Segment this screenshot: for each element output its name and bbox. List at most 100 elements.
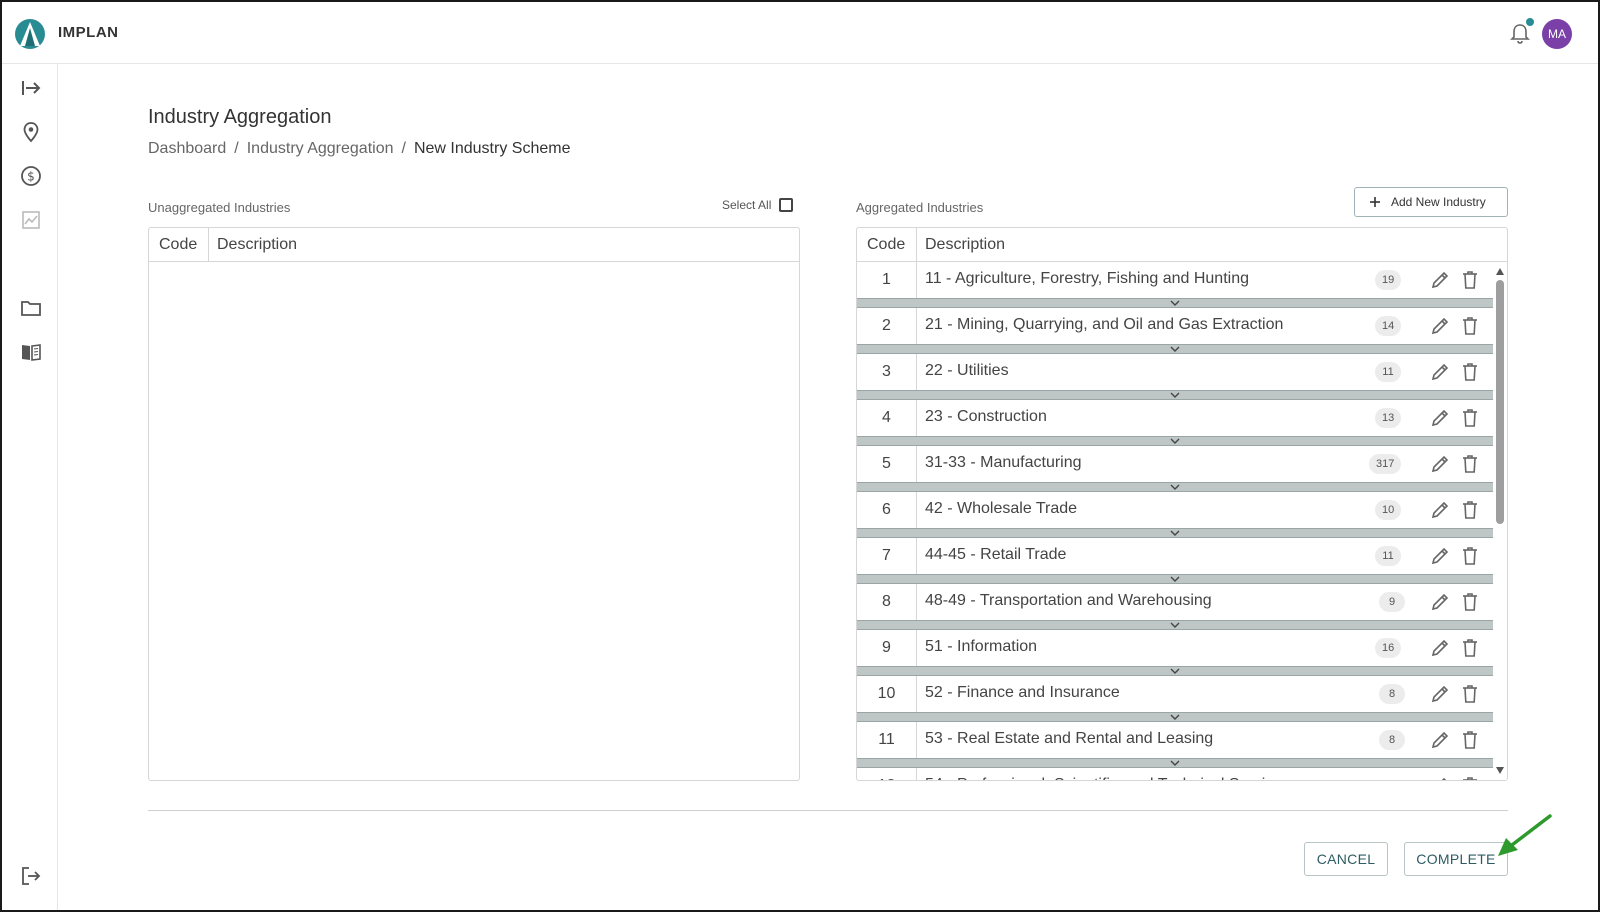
breadcrumb: Dashboard / Industry Aggregation / New I… [148,140,570,158]
footer-divider [148,810,1508,811]
delete-trash-icon[interactable] [1459,499,1481,521]
row-description: 48-49 - Transportation and Warehousing [925,592,1212,609]
edit-pencil-icon[interactable] [1429,683,1451,705]
user-avatar[interactable]: MA [1542,19,1572,49]
delete-trash-icon[interactable] [1459,545,1481,567]
chevron-down-icon [1170,346,1180,352]
row-description: 11 - Agriculture, Forestry, Fishing and … [925,270,1249,287]
delete-trash-icon[interactable] [1459,407,1481,429]
edit-pencil-icon[interactable] [1429,729,1451,751]
delete-trash-icon[interactable] [1459,453,1481,475]
logout-icon[interactable] [19,864,43,888]
edit-pencil-icon[interactable] [1429,407,1451,429]
delete-trash-icon[interactable] [1459,269,1481,291]
row-expander[interactable] [857,758,1493,768]
row-code: 3 [857,354,917,390]
count-badge: 16 [1375,638,1402,658]
table-row[interactable]: 5 31-33 - Manufacturing 317 [857,446,1493,492]
brand-name: IMPLAN [58,24,119,41]
complete-button[interactable]: COMPLETE [1404,842,1508,876]
scroll-thumb[interactable] [1496,280,1504,524]
row-expander[interactable] [857,574,1493,584]
dollar-icon[interactable]: $ [19,164,43,188]
page-title: Industry Aggregation [148,106,332,128]
row-expander[interactable] [857,528,1493,538]
count-badge: 8 [1379,730,1405,750]
table-row[interactable]: 11 53 - Real Estate and Rental and Leasin… [857,722,1493,768]
row-expander[interactable] [857,390,1493,400]
breadcrumb-industry-aggregation[interactable]: Industry Aggregation [247,140,394,158]
table-row[interactable]: 9 51 - Information 16 [857,630,1493,676]
row-expander[interactable] [857,298,1493,308]
row-description: 31-33 - Manufacturing [925,454,1082,471]
delete-trash-icon[interactable] [1459,729,1481,751]
edit-pencil-icon[interactable] [1429,361,1451,383]
book-icon[interactable] [19,340,43,364]
location-pin-icon[interactable] [19,120,43,144]
app-window: IMPLAN MA $ Industry Aggregation Dashboa… [0,0,1600,912]
table-row[interactable]: 12 54 - Professional, Scientific, and Tec… [857,768,1493,780]
row-code: 10 [857,676,917,712]
delete-trash-icon[interactable] [1459,591,1481,613]
table-row[interactable]: 6 42 - Wholesale Trade 10 [857,492,1493,538]
row-code: 6 [857,492,917,528]
edit-pencil-icon[interactable] [1429,775,1451,780]
chevron-down-icon [1170,576,1180,582]
row-expander[interactable] [857,712,1493,722]
count-badge: 10 [1375,500,1402,520]
aggregated-table-header: Code Description [857,228,1507,262]
scrollbar[interactable] [1493,262,1507,780]
count-badge: 13 [1375,408,1402,428]
breadcrumb-dashboard[interactable]: Dashboard [148,140,226,158]
row-code: 1 [857,262,917,298]
column-code: Code [149,228,209,262]
edit-pencil-icon[interactable] [1429,637,1451,659]
table-row[interactable]: 3 22 - Utilities 11 [857,354,1493,400]
row-expander[interactable] [857,344,1493,354]
breadcrumb-current: New Industry Scheme [413,140,571,157]
select-all-checkbox[interactable] [779,198,794,212]
scroll-down-arrow-icon[interactable] [1496,767,1504,774]
row-code: 2 [857,308,917,344]
cancel-button[interactable]: CANCEL [1304,842,1388,876]
delete-trash-icon[interactable] [1459,315,1481,337]
table-row[interactable]: 4 23 - Construction 13 [857,400,1493,446]
row-expander[interactable] [857,482,1493,492]
chevron-down-icon [1170,484,1180,490]
edit-pencil-icon[interactable] [1429,499,1451,521]
edit-pencil-icon[interactable] [1429,545,1451,567]
delete-trash-icon[interactable] [1459,775,1481,780]
table-row[interactable]: 2 21 - Mining, Quarrying, and Oil and Gas… [857,308,1493,354]
top-bar: IMPLAN MA [2,2,1598,64]
delete-trash-icon[interactable] [1459,683,1481,705]
row-expander[interactable] [857,620,1493,630]
edit-pencil-icon[interactable] [1429,591,1451,613]
edit-pencil-icon[interactable] [1429,453,1451,475]
row-expander[interactable] [857,666,1493,676]
scroll-up-arrow-icon[interactable] [1496,268,1504,275]
delete-trash-icon[interactable] [1459,361,1481,383]
delete-trash-icon[interactable] [1459,637,1481,659]
table-row[interactable]: 1 11 - Agriculture, Forestry, Fishing and… [857,262,1493,308]
count-badge: 11 [1375,362,1401,382]
table-row[interactable]: 8 48-49 - Transportation and Warehousing 9 [857,584,1493,630]
folder-icon[interactable] [19,296,43,320]
row-code: 11 [857,722,917,758]
aggregated-label: Aggregated Industries [856,200,984,215]
expand-icon[interactable] [19,76,43,100]
add-new-industry-button[interactable]: Add New Industry [1354,187,1508,217]
table-row[interactable]: 10 52 - Finance and Insurance 8 [857,676,1493,722]
implan-logo-icon[interactable] [14,18,46,50]
row-description: 23 - Construction [925,408,1047,425]
row-expander[interactable] [857,436,1493,446]
table-row[interactable]: 7 44-45 - Retail Trade 11 [857,538,1493,584]
row-code: 4 [857,400,917,436]
select-all[interactable]: Select All [722,198,794,212]
aggregated-rows: 1 11 - Agriculture, Forestry, Fishing and… [857,262,1493,780]
edit-pencil-icon[interactable] [1429,315,1451,337]
chart-icon[interactable] [19,208,43,232]
count-badge: 19 [1375,270,1402,290]
chevron-down-icon [1170,760,1180,766]
row-code: 8 [857,584,917,620]
edit-pencil-icon[interactable] [1429,269,1451,291]
